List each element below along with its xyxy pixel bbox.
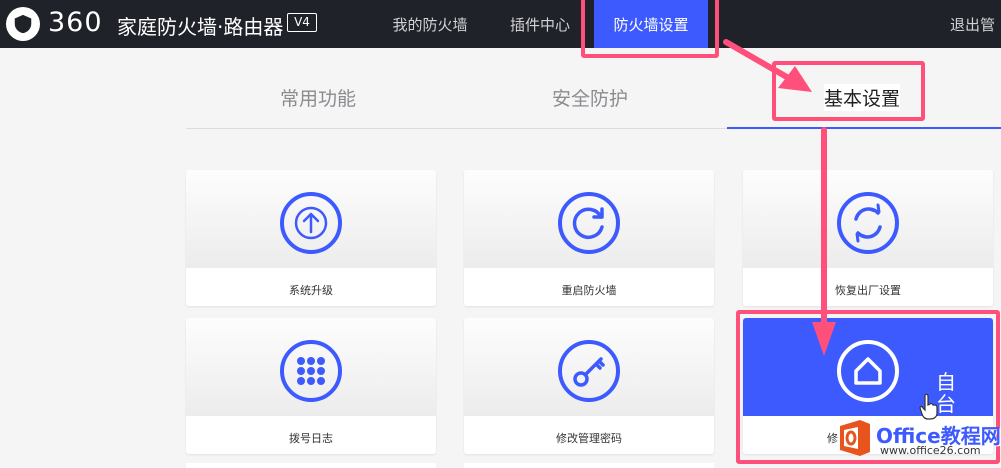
card-dial-log[interactable]: 拨号日志 — [186, 318, 436, 454]
office-logo-icon — [840, 420, 870, 456]
arrow-up-circle-icon — [280, 192, 342, 254]
card-restart-firewall[interactable]: 重启防火墙 — [464, 170, 714, 306]
logout-link[interactable]: 退出管 — [950, 0, 1001, 48]
annotation-box-tab — [772, 61, 925, 121]
card-label: 系统升级 — [289, 284, 333, 297]
restore-icon — [837, 192, 899, 254]
version-badge: V4 — [287, 13, 317, 32]
nav-plugin-center[interactable]: 插件中心 — [500, 0, 580, 48]
card-system-upgrade[interactable]: 系统升级 — [186, 170, 436, 306]
watermark-url: www.office26.com — [880, 444, 981, 457]
card-label: 拨号日志 — [289, 432, 333, 445]
annotation-box-nav — [581, 0, 719, 58]
card-partial — [186, 463, 436, 468]
card-label: 重启防火墙 — [561, 284, 617, 297]
dial-pad-icon — [280, 340, 342, 402]
shield-logo-icon — [6, 7, 40, 41]
top-bar: 360 家庭防火墙·路由器 V4 我的防火墙 插件中心 防火墙设置 退出管 — [0, 0, 1001, 48]
card-change-admin-password[interactable]: 修改管理密码 — [464, 318, 714, 454]
brand-title: 家庭防火墙·路由器 — [117, 15, 284, 39]
nav-my-firewall[interactable]: 我的防火墙 — [380, 0, 480, 48]
card-factory-reset[interactable]: 恢复出厂设置 — [743, 170, 993, 306]
tab-common-functions[interactable]: 常用功能 — [280, 84, 356, 111]
card-label: 修改管理密码 — [556, 432, 622, 445]
key-icon — [558, 340, 620, 402]
card-label: 恢复出厂设置 — [835, 284, 901, 297]
brand-number: 360 — [48, 7, 103, 38]
active-tab-underline — [727, 127, 1001, 129]
restart-icon — [558, 192, 620, 254]
tab-security[interactable]: 安全防护 — [552, 84, 628, 111]
card-partial — [464, 463, 714, 468]
